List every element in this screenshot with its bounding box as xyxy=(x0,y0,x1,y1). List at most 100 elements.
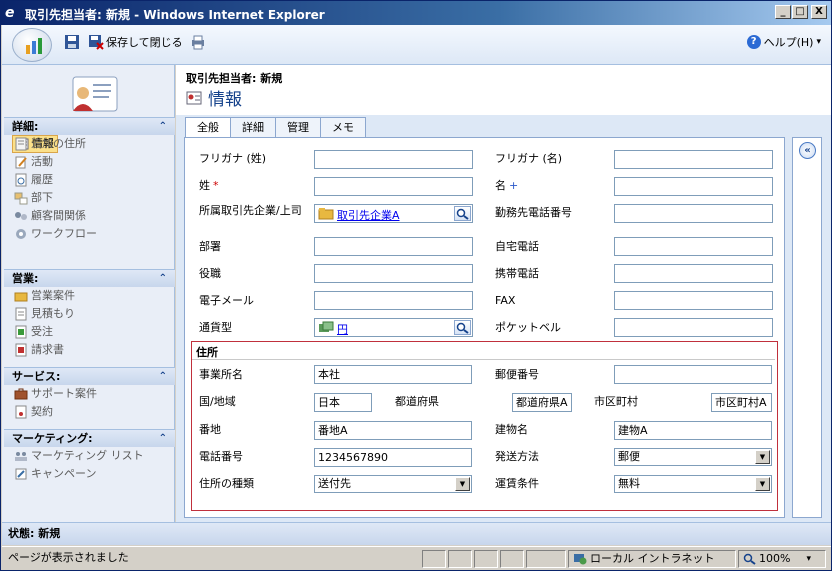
browser-status-bar: ページが表示されました ローカル イントラネット 100% ▾ xyxy=(2,546,831,570)
shipping-method-select[interactable]: 郵便 ▼ xyxy=(614,448,772,466)
street-input[interactable]: 番地A xyxy=(314,421,472,440)
zoom-control[interactable]: 100% ▾ xyxy=(738,550,826,568)
mobile-phone-input[interactable] xyxy=(614,264,773,283)
dropdown-arrow-icon[interactable]: ▼ xyxy=(755,477,770,491)
freight-terms-select[interactable]: 無料 ▼ xyxy=(614,475,772,493)
shipping-method-value: 郵便 xyxy=(618,450,640,463)
parent-customer-lookup[interactable]: 取引先企業A xyxy=(314,204,473,223)
building-label: 建物名 xyxy=(495,423,528,436)
dropdown-arrow-icon[interactable]: ▼ xyxy=(455,477,470,491)
tab-general[interactable]: 全般 xyxy=(185,117,231,138)
business-phone-input[interactable] xyxy=(614,204,773,223)
info-card-icon xyxy=(186,91,202,104)
nav-section-sales: 営業: ⌃ 営業案件 見積もり 受注 請求書 xyxy=(4,269,175,359)
status-pane xyxy=(500,550,524,568)
collapse-chevron-icon[interactable]: ⌃ xyxy=(159,270,167,288)
city-input[interactable]: 市区町村A xyxy=(711,393,772,412)
parent-customer-value[interactable]: 取引先企業A xyxy=(337,207,400,223)
first-name-input[interactable] xyxy=(614,177,773,196)
help-label: ヘルプ(H) xyxy=(763,36,814,49)
command-bar: 保存して閉じる ? ヘルプ(H) ▾ xyxy=(2,25,831,65)
nav-item-relationships[interactable]: 顧客間関係 xyxy=(4,207,175,225)
building-input[interactable]: 建物A xyxy=(614,421,772,440)
pager-input[interactable] xyxy=(614,318,773,337)
nav-section-marketing: マーケティング: ⌃ マーケティング リスト キャンペーン xyxy=(4,429,175,483)
fax-label: FAX xyxy=(495,294,516,307)
tab-strip: 全般 詳細 管理 メモ xyxy=(185,117,366,138)
record-type-title: 取引先担当者: 新規 xyxy=(186,72,283,85)
help-menu[interactable]: ? ヘルプ(H) ▾ xyxy=(746,34,821,50)
nav-item-sub-contacts[interactable]: 部下 xyxy=(4,189,175,207)
tab-administration[interactable]: 管理 xyxy=(275,117,321,137)
currency-lookup[interactable]: 円 xyxy=(314,318,473,337)
zoom-caret-icon[interactable]: ▾ xyxy=(806,551,811,567)
required-mark: * xyxy=(213,179,219,192)
lookup-search-icon[interactable] xyxy=(454,320,471,335)
navigation-pane: 詳細: ⌃ 情報 追加の住所 活動 履歴 部下 顧客間関係 ワークフロー 営業: ⌃… xyxy=(2,65,175,522)
freight-terms-value: 無料 xyxy=(618,477,640,490)
maximize-button[interactable]: □ xyxy=(792,5,808,19)
phone-input[interactable]: 1234567890 xyxy=(314,448,472,467)
collapse-chevron-icon[interactable]: ⌃ xyxy=(159,118,167,136)
save-close-icon xyxy=(88,34,104,50)
security-zone[interactable]: ローカル イントラネット xyxy=(568,550,736,568)
dropdown-arrow-icon[interactable]: ▼ xyxy=(755,450,770,464)
nav-item-workflows[interactable]: ワークフロー xyxy=(4,225,175,243)
job-title-input[interactable] xyxy=(314,264,473,283)
pager-label: ポケットベル xyxy=(495,321,561,334)
state-input[interactable]: 都道府県A xyxy=(512,393,572,412)
last-name-input[interactable] xyxy=(314,177,473,196)
close-button[interactable]: X xyxy=(811,5,827,19)
zoom-magnifier-icon xyxy=(743,553,756,565)
nav-section-header[interactable]: 詳細: ⌃ xyxy=(4,117,175,135)
nav-item-opportunities[interactable]: 営業案件 xyxy=(4,287,175,305)
account-folder-icon xyxy=(318,208,334,220)
nav-item-contracts[interactable]: 契約 xyxy=(4,403,175,421)
nav-item-quotes[interactable]: 見積もり xyxy=(4,305,175,323)
collapse-chevron-icon[interactable]: ⌃ xyxy=(159,430,167,448)
nav-item-invoices[interactable]: 請求書 xyxy=(4,341,175,359)
nav-item-marketing-lists[interactable]: マーケティング リスト xyxy=(4,447,175,465)
nav-item-activities[interactable]: 活動 xyxy=(4,153,175,171)
nav-section-header[interactable]: マーケティング: ⌃ xyxy=(4,429,175,447)
parent-customer-label: 所属取引先企業/上司 xyxy=(199,204,302,217)
nav-item-cases[interactable]: サポート案件 xyxy=(4,385,175,403)
contract-icon xyxy=(15,405,27,419)
workflow-gear-icon xyxy=(16,229,26,239)
country-input[interactable]: 日本 xyxy=(314,393,372,412)
address-name-input[interactable]: 本社 xyxy=(314,365,472,384)
print-icon xyxy=(190,34,206,50)
print-button[interactable] xyxy=(190,33,206,51)
lookup-search-icon[interactable] xyxy=(454,206,471,221)
tab-details[interactable]: 詳細 xyxy=(230,117,276,137)
tab-notes[interactable]: メモ xyxy=(320,117,366,137)
fax-input[interactable] xyxy=(614,291,773,310)
last-name-label: 姓 * xyxy=(199,179,219,192)
nav-item-history[interactable]: 履歴 xyxy=(4,171,175,189)
department-input[interactable] xyxy=(314,237,473,256)
country-label: 国/地域 xyxy=(199,395,236,408)
save-and-close-label: 保存して閉じる xyxy=(106,36,183,49)
nav-section-service: サービス: ⌃ サポート案件 契約 xyxy=(4,367,175,421)
furigana-last-input[interactable] xyxy=(314,150,473,169)
nav-item-campaigns[interactable]: キャンペーン xyxy=(4,465,175,483)
record-status-bar: 状態: 新規 xyxy=(2,522,831,545)
phone-label: 電話番号 xyxy=(199,450,243,463)
home-phone-input[interactable] xyxy=(614,237,773,256)
nav-item-orders[interactable]: 受注 xyxy=(4,323,175,341)
zip-input[interactable] xyxy=(614,365,772,384)
currency-value[interactable]: 円 xyxy=(337,321,348,337)
minimize-button[interactable]: _ xyxy=(775,5,791,19)
nav-item-more-addresses[interactable]: 追加の住所 xyxy=(4,135,175,153)
nav-section-header[interactable]: 営業: ⌃ xyxy=(4,269,175,287)
save-and-close-button[interactable]: 保存して閉じる xyxy=(88,33,183,51)
nav-section-header[interactable]: サービス: ⌃ xyxy=(4,367,175,385)
title-bar: e 取引先担当者: 新規 - Windows Internet Explorer… xyxy=(1,1,831,25)
save-button[interactable] xyxy=(64,33,80,51)
email-input[interactable] xyxy=(314,291,473,310)
collapse-left-icon[interactable]: « xyxy=(799,142,816,159)
status-pane xyxy=(526,550,566,568)
furigana-first-input[interactable] xyxy=(614,150,773,169)
address-type-select[interactable]: 送付先 ▼ xyxy=(314,475,472,493)
collapse-chevron-icon[interactable]: ⌃ xyxy=(159,368,167,386)
